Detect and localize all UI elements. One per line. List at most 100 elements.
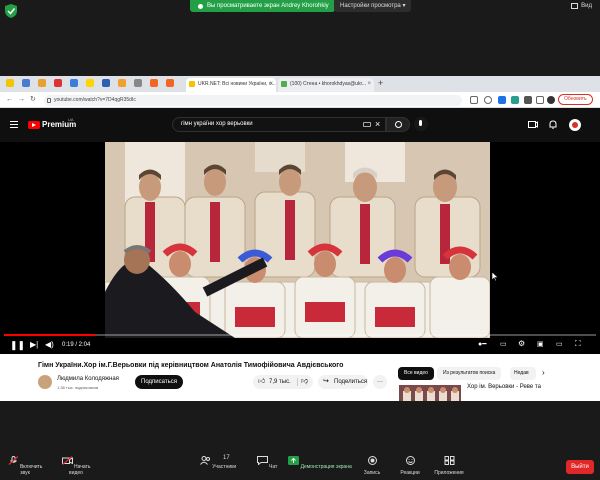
menu-hamburger-icon[interactable]	[10, 121, 18, 128]
view-settings-dropdown[interactable]: Настройки просмотра ▾	[334, 0, 412, 12]
record-icon	[367, 456, 377, 465]
participants-button[interactable]: 17 Участники	[198, 455, 238, 470]
channel-avatar[interactable]	[38, 375, 52, 389]
pinned-tab-icon[interactable]	[118, 79, 126, 87]
pinned-tab-icon[interactable]	[70, 79, 78, 87]
extension-icon[interactable]	[511, 96, 519, 104]
more-actions-button[interactable]: ···	[373, 375, 387, 389]
reactions-button[interactable]: Реакции	[396, 456, 424, 476]
view-button[interactable]: Вид	[571, 3, 592, 9]
pinned-tab-icon[interactable]	[38, 79, 46, 87]
youtube-logo-icon[interactable]	[28, 121, 40, 129]
share-button[interactable]: ↪ Поделиться	[318, 375, 368, 389]
subtitles-icon[interactable]: ▭	[500, 340, 507, 348]
pinned-tab-icon[interactable]	[6, 79, 14, 87]
pinned-tab-icon[interactable]	[166, 79, 174, 87]
extension-icon[interactable]	[498, 96, 506, 104]
browser-window: UKR.NET: Всі новини України, о... × (100…	[0, 76, 600, 401]
subscribe-button[interactable]: Подписаться	[135, 375, 183, 389]
url-field[interactable]: youtube.com/watch?v=7D4qgR35dIc	[44, 95, 462, 106]
volume-icon[interactable]: ◀)	[45, 340, 54, 349]
pinned-tab-icon[interactable]	[54, 79, 62, 87]
participants-label: Участники	[212, 464, 237, 470]
pinned-tab-icon[interactable]	[22, 79, 30, 87]
bookmark-star-icon[interactable]	[484, 96, 492, 104]
youtube-header: Premium UA гімн україни хор верьовки ×	[0, 108, 600, 142]
participant-count: 17	[223, 455, 230, 461]
video-frame-choir[interactable]	[105, 142, 490, 338]
video-info-section: Гімн України.Хор ім.Г.Верьовки під керів…	[0, 354, 600, 401]
pinned-tab-icon[interactable]	[134, 79, 142, 87]
share-screen-button[interactable]: Демонстрация экрана	[288, 456, 352, 470]
related-thumbnail-image	[399, 385, 461, 401]
tab-ukrnet[interactable]: UKR.NET: Всі новини України, о... ×	[186, 78, 276, 92]
chip-label: Все видео	[404, 370, 428, 376]
chip-search-results[interactable]: Из результатов поиска	[437, 367, 502, 380]
next-video-icon[interactable]: ▶|	[30, 340, 38, 349]
notifications-bell-icon[interactable]	[548, 120, 558, 129]
leave-label: Выйти	[571, 464, 589, 470]
autoplay-toggle-icon[interactable]: ●━	[478, 340, 486, 348]
record-button[interactable]: Запись	[360, 456, 384, 476]
progress-bar[interactable]	[4, 334, 596, 336]
apps-button[interactable]: Приложения	[430, 456, 468, 476]
unmute-button[interactable]: Включить звук	[4, 456, 46, 476]
like-thumb-icon[interactable]: 👍︎	[258, 375, 265, 389]
mouse-cursor-icon	[492, 272, 498, 281]
chip-label: Из результатов поиска	[443, 370, 496, 376]
clear-search-icon[interactable]: ×	[375, 118, 380, 130]
more-label: ···	[377, 379, 383, 385]
search-button[interactable]	[386, 117, 410, 132]
close-tab-icon[interactable]: ×	[269, 78, 273, 90]
pause-icon[interactable]: ❚❚	[10, 340, 25, 351]
settings-gear-icon[interactable]: ⚙	[518, 339, 525, 348]
channel-name[interactable]: Людмила Колодяжная	[57, 376, 119, 382]
close-tab-icon[interactable]: ×	[367, 78, 371, 90]
chevron-right-icon[interactable]: ›	[542, 368, 545, 377]
participants-icon	[199, 456, 210, 465]
view-settings-label: Настройки просмотра	[340, 3, 401, 9]
leave-meeting-button[interactable]: Выйти	[566, 460, 594, 474]
search-input[interactable]: гімн україни хор верьовки	[172, 117, 386, 132]
voice-search-mic-icon[interactable]	[414, 117, 428, 131]
view-label: Вид	[581, 3, 592, 9]
tab-label: (100) Стена • khorokhdyas@ukr...	[290, 81, 367, 87]
update-label: Обновить	[564, 96, 587, 102]
share-page-icon[interactable]	[470, 96, 478, 104]
update-browser-button[interactable]: Обновить	[558, 94, 593, 105]
related-video-thumbnail[interactable]	[399, 385, 461, 401]
theater-mode-icon[interactable]: ▭	[556, 340, 563, 348]
dislike-thumb-icon[interactable]: 👎︎	[301, 375, 308, 389]
new-tab-plus-icon[interactable]: +	[378, 78, 383, 88]
unmute-label: Включить звук	[19, 464, 43, 476]
extensions-puzzle-icon[interactable]	[524, 96, 532, 104]
create-video-icon[interactable]	[528, 120, 538, 129]
back-arrow-icon[interactable]: ←	[6, 95, 13, 105]
keyboard-icon[interactable]	[363, 122, 371, 127]
start-video-button[interactable]: Начать видео	[54, 456, 98, 476]
record-label: Запись	[363, 470, 381, 476]
reload-icon[interactable]: ↻	[30, 95, 36, 105]
fullscreen-icon[interactable]: ⛶	[575, 339, 581, 349]
time-display: 0:19 / 2:04	[62, 342, 91, 348]
profile-icon[interactable]	[547, 96, 555, 104]
apps-grid-icon	[444, 456, 454, 465]
chat-button[interactable]: Чат	[256, 456, 278, 470]
side-panel-icon[interactable]	[536, 96, 544, 104]
video-player[interactable]: ❚❚ ▶| ◀) 0:19 / 2:04 ●━ ▭ ⚙ ▣ ▭ ⛶	[0, 142, 600, 354]
security-shield-icon[interactable]	[5, 4, 17, 18]
chevron-down-icon: ▾	[402, 3, 406, 9]
pinned-tab-icon[interactable]	[86, 79, 94, 87]
chip-all-videos[interactable]: Все видео	[398, 367, 434, 380]
account-avatar[interactable]	[569, 119, 581, 131]
pinned-tab-icon[interactable]	[102, 79, 110, 87]
like-count[interactable]: 7,9 тыс.	[269, 375, 291, 389]
tab-strip: UKR.NET: Всі новини України, о... × (100…	[0, 76, 600, 92]
chip-recent[interactable]: Недав	[510, 367, 536, 380]
miniplayer-icon[interactable]: ▣	[537, 340, 544, 348]
forward-arrow-icon[interactable]: →	[18, 95, 25, 105]
related-video-title[interactable]: Хор ім. Верьовки - Реве та	[467, 384, 541, 390]
choir-video-image	[105, 142, 490, 338]
tab-stena[interactable]: (100) Стена • khorokhdyas@ukr... ×	[278, 78, 374, 92]
pinned-tab-icon[interactable]	[150, 79, 158, 87]
